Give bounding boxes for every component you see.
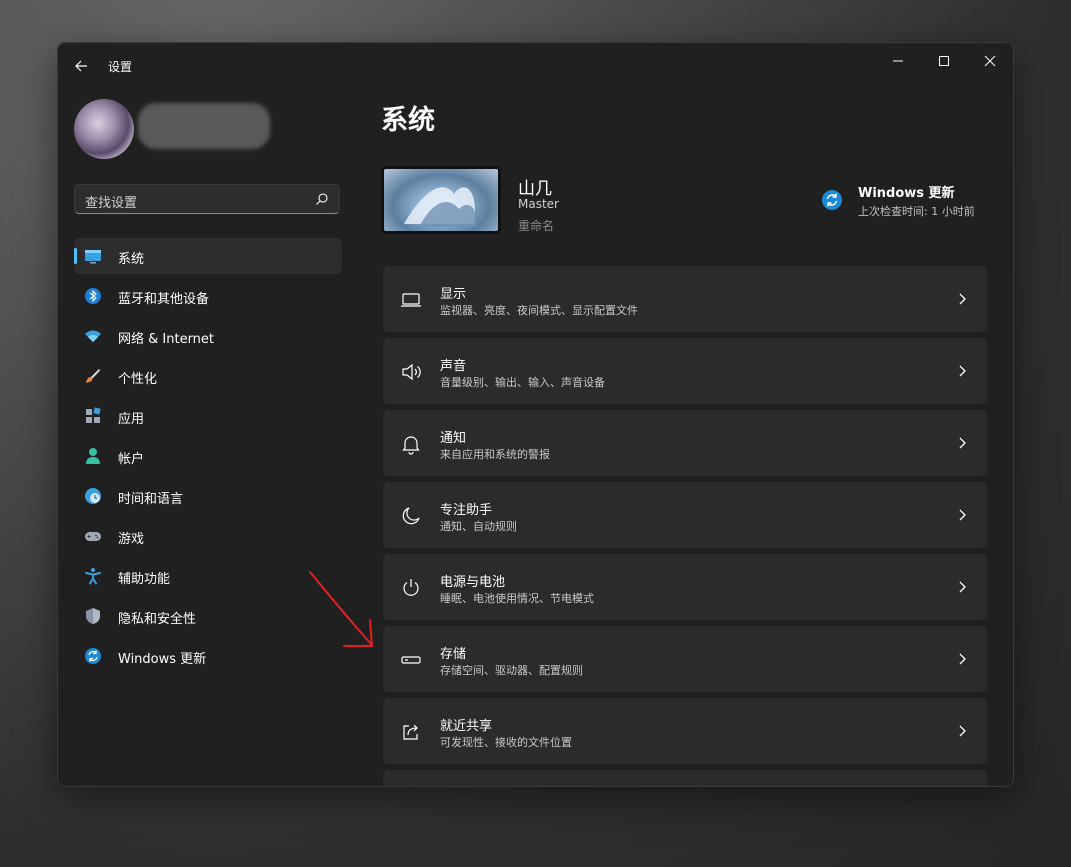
card-title: 就近共享 <box>440 719 493 734</box>
monitor-icon <box>401 293 421 307</box>
shield-icon <box>86 608 100 624</box>
card-partial-next[interactable] <box>383 770 987 786</box>
user-name-redacted <box>138 103 270 149</box>
gamepad-icon <box>85 532 101 541</box>
sidebar-item-label: 蓝牙和其他设备 <box>118 292 210 307</box>
close-icon <box>984 55 996 67</box>
sidebar-item-label: 时间和语言 <box>118 492 184 507</box>
settings-card-list: 显示 监视器、亮度、夜间模式、显示配置文件 声音 音量级别、输出、输入、声音设备… <box>383 266 987 786</box>
sidebar-item-label: 网络 & Internet <box>118 332 215 347</box>
app-title: 设置 <box>108 60 133 74</box>
windows-update-last-checked: 上次检查时间: 1 小时前 <box>858 205 975 218</box>
sidebar-item-apps[interactable]: 应用 <box>74 398 342 434</box>
settings-window: 设置 查找设置 系统 蓝牙和其他设备 网络 & Internet 个性化 应用 … <box>57 42 1014 787</box>
chevron-right-icon <box>959 437 966 449</box>
card-title: 声音 <box>440 359 467 374</box>
card-subtitle: 可发现性、接收的文件位置 <box>440 736 572 749</box>
chevron-right-icon <box>959 365 966 377</box>
storage-icon <box>401 656 421 664</box>
card-storage[interactable]: 存储 存储空间、驱动器、配置规则 <box>383 626 987 692</box>
minimize-button[interactable] <box>875 45 921 77</box>
card-notifications[interactable]: 通知 来自应用和系统的警报 <box>383 410 987 476</box>
chevron-right-icon <box>959 653 966 665</box>
back-arrow-icon <box>75 60 87 72</box>
card-subtitle: 睡眠、电池使用情况、节电模式 <box>440 592 594 605</box>
sidebar-item-privacy[interactable]: 隐私和安全性 <box>74 598 342 634</box>
back-button[interactable] <box>72 56 92 76</box>
chevron-right-icon <box>959 725 966 737</box>
card-display[interactable]: 显示 监视器、亮度、夜间模式、显示配置文件 <box>383 266 987 332</box>
card-title: 存储 <box>440 647 467 662</box>
sidebar-item-personalization[interactable]: 个性化 <box>74 358 342 394</box>
bluetooth-icon <box>85 288 101 304</box>
card-title: 显示 <box>440 287 467 302</box>
sidebar-item-accounts[interactable]: 帐户 <box>74 438 342 474</box>
search-input[interactable]: 查找设置 <box>74 184 340 214</box>
minimize-icon <box>893 60 903 62</box>
sidebar-item-windows-update[interactable]: Windows 更新 <box>74 638 342 674</box>
sidebar-item-label: 系统 <box>118 252 145 267</box>
accessibility-icon <box>85 568 101 585</box>
device-model: Master <box>518 197 559 211</box>
page-title: 系统 <box>381 105 435 136</box>
sidebar-item-label: 应用 <box>118 412 145 427</box>
windows-update-icon <box>85 648 101 664</box>
sidebar-item-system[interactable]: 系统 <box>74 238 342 274</box>
chevron-right-icon <box>959 293 966 305</box>
card-subtitle: 存储空间、驱动器、配置规则 <box>440 664 583 677</box>
speaker-icon <box>402 363 421 381</box>
card-subtitle: 通知、自动规则 <box>440 520 517 533</box>
search-placeholder: 查找设置 <box>85 196 138 211</box>
display-icon <box>85 250 101 264</box>
card-power-battery[interactable]: 电源与电池 睡眠、电池使用情况、节电模式 <box>383 554 987 620</box>
maximize-button[interactable] <box>921 45 967 77</box>
card-subtitle: 来自应用和系统的警报 <box>440 448 550 461</box>
brush-icon <box>86 369 100 383</box>
wifi-icon <box>85 330 101 342</box>
bell-icon <box>402 436 420 455</box>
sidebar-item-label: Windows 更新 <box>118 652 207 667</box>
rename-link[interactable]: 重命名 <box>518 217 554 234</box>
windows-update-icon[interactable] <box>821 189 843 211</box>
sidebar-item-gaming[interactable]: 游戏 <box>74 518 342 554</box>
chevron-right-icon <box>959 509 966 521</box>
user-avatar[interactable] <box>74 99 134 159</box>
device-wallpaper-thumbnail <box>381 166 501 234</box>
sidebar-item-label: 隐私和安全性 <box>118 612 197 627</box>
sidebar-item-accessibility[interactable]: 辅助功能 <box>74 558 342 594</box>
bloom-wallpaper-image <box>404 187 477 227</box>
card-nearby-sharing[interactable]: 就近共享 可发现性、接收的文件位置 <box>383 698 987 764</box>
sidebar-nav: 系统 蓝牙和其他设备 网络 & Internet 个性化 应用 帐户 时间和语言 <box>74 238 342 678</box>
card-focus-assist[interactable]: 专注助手 通知、自动规则 <box>383 482 987 548</box>
chevron-right-icon <box>959 581 966 593</box>
sidebar-item-label: 帐户 <box>118 452 145 467</box>
sidebar-item-label: 游戏 <box>118 532 145 547</box>
title-bar: 设置 <box>58 43 1013 89</box>
sidebar-item-network[interactable]: 网络 & Internet <box>74 318 342 354</box>
card-sound[interactable]: 声音 音量级别、输出、输入、声音设备 <box>383 338 987 404</box>
power-icon <box>403 579 419 596</box>
apps-icon <box>86 407 101 423</box>
share-icon <box>403 724 418 740</box>
sidebar-item-label: 辅助功能 <box>118 572 171 587</box>
close-button[interactable] <box>967 45 1013 77</box>
sidebar-item-time-language[interactable]: 时间和语言 <box>74 478 342 514</box>
windows-update-title[interactable]: Windows 更新 <box>858 182 955 201</box>
card-subtitle: 音量级别、输出、输入、声音设备 <box>440 376 605 389</box>
search-icon <box>316 193 328 205</box>
time-language-icon <box>85 488 101 504</box>
maximize-icon <box>939 56 949 66</box>
card-title: 通知 <box>440 431 467 446</box>
card-title: 专注助手 <box>440 503 493 518</box>
device-name: 山几 <box>518 179 552 199</box>
sidebar-item-label: 个性化 <box>118 372 158 387</box>
card-subtitle: 监视器、亮度、夜间模式、显示配置文件 <box>440 304 638 317</box>
account-icon <box>86 448 100 464</box>
moon-icon <box>402 507 420 525</box>
card-title: 电源与电池 <box>440 575 506 590</box>
sidebar-item-bluetooth[interactable]: 蓝牙和其他设备 <box>74 278 342 314</box>
